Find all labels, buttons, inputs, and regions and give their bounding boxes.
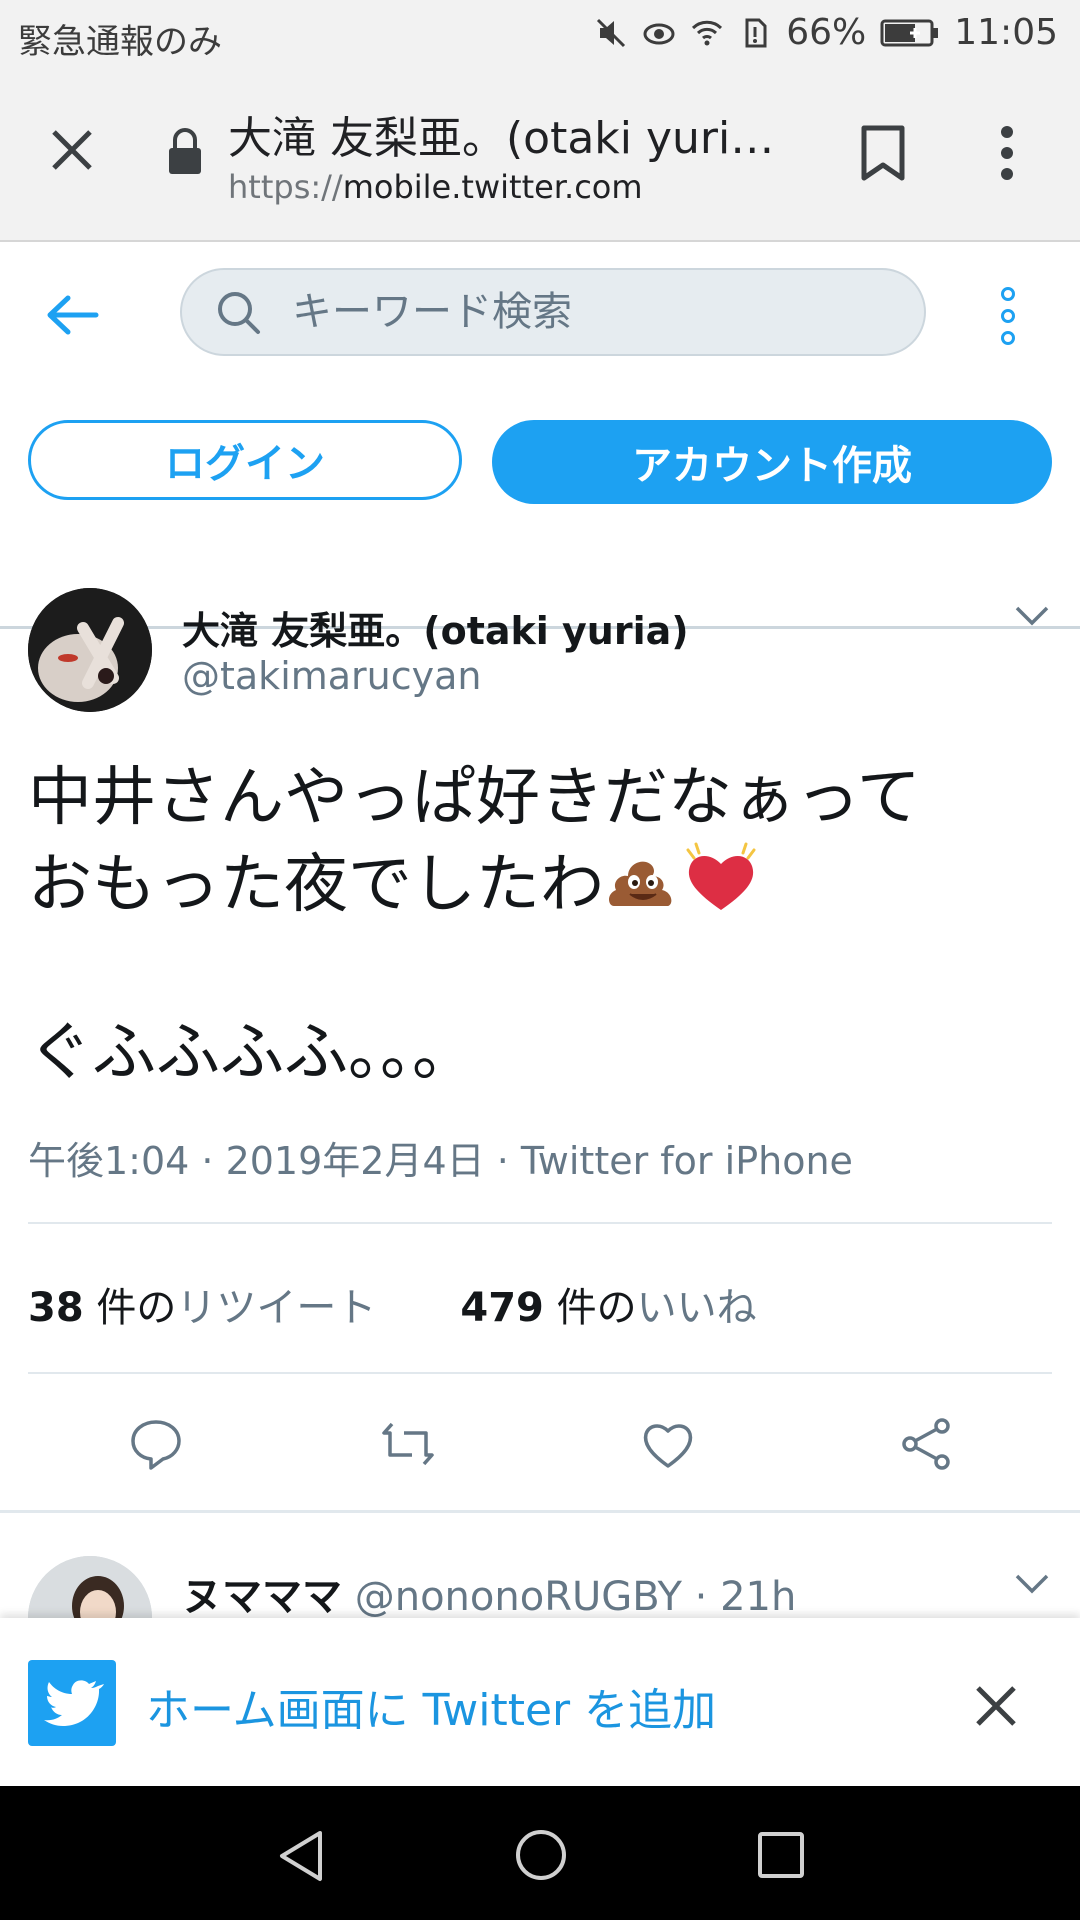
tweet-text: 中井さんやっぱ好きだなぁって おもった夜でしたわ ぐふふふふ。。。 bbox=[28, 756, 1028, 1095]
retweet-count: 38 bbox=[28, 1285, 84, 1331]
url-bar[interactable]: https://mobile.twitter.com bbox=[228, 168, 643, 206]
banner-text[interactable]: ホーム画面に Twitter を追加 bbox=[146, 1674, 716, 1738]
battery-icon bbox=[880, 19, 939, 46]
reply-header[interactable]: ヌマママ @nononoRUGBY · 21h bbox=[182, 1564, 796, 1622]
tweet-stats: 38 件のリツイート 479 件のいいね bbox=[28, 1275, 757, 1333]
status-icons: 66% 11:05 bbox=[594, 12, 1058, 53]
retweet-unit: 件の bbox=[96, 1285, 177, 1331]
chevron-down-icon[interactable] bbox=[1014, 604, 1050, 628]
more-vertical-icon[interactable] bbox=[994, 124, 1020, 182]
login-button[interactable]: ログイン bbox=[28, 420, 462, 500]
bookmark-icon[interactable] bbox=[860, 124, 906, 182]
search-icon bbox=[218, 292, 260, 334]
battery-percent: 66% bbox=[786, 12, 867, 53]
avatar[interactable] bbox=[28, 588, 152, 712]
search-box[interactable] bbox=[180, 268, 926, 356]
url-host: mobile.twitter.com bbox=[342, 168, 643, 206]
browser-toolbar: 大滝 友梨亜。(otaki yuri… https://mobile.twitt… bbox=[0, 72, 1080, 242]
retweet-stat[interactable]: 38 件のリツイート bbox=[28, 1285, 376, 1331]
reply-handle: @nononoRUGBY bbox=[354, 1574, 682, 1620]
no-sim-icon bbox=[745, 18, 767, 47]
tweet-text-line-3: ぐふふふふ。。。 bbox=[28, 1016, 476, 1090]
url-scheme: https:// bbox=[228, 168, 343, 206]
back-icon[interactable] bbox=[276, 1828, 326, 1884]
system-nav-bar bbox=[0, 1786, 1080, 1920]
avatar-image bbox=[28, 588, 152, 712]
like-stat[interactable]: 479 件のいいね bbox=[460, 1285, 756, 1331]
user-handle[interactable]: @takimarucyan bbox=[182, 654, 482, 698]
retweet-icon[interactable] bbox=[380, 1416, 436, 1472]
section-divider bbox=[0, 1510, 1080, 1513]
divider bbox=[28, 1372, 1052, 1374]
close-icon[interactable] bbox=[974, 1684, 1018, 1728]
reply-time: 21h bbox=[720, 1574, 797, 1620]
close-icon[interactable] bbox=[44, 122, 100, 178]
beating-heart-emoji-icon bbox=[686, 842, 756, 910]
more-options-icon[interactable] bbox=[996, 286, 1020, 346]
signup-button[interactable]: アカウント作成 bbox=[492, 420, 1052, 504]
display-name[interactable]: 大滝 友梨亜。(otaki yuria) bbox=[182, 600, 689, 655]
like-label: いいね bbox=[636, 1285, 757, 1331]
like-icon[interactable] bbox=[640, 1416, 696, 1472]
tweet-text-line-2: おもった夜でしたわ bbox=[28, 848, 604, 922]
reply-icon[interactable] bbox=[128, 1416, 184, 1472]
poop-emoji-icon bbox=[609, 861, 672, 906]
clock: 11:05 bbox=[954, 12, 1058, 53]
like-unit: 件の bbox=[556, 1285, 637, 1331]
divider bbox=[28, 1222, 1052, 1224]
share-icon[interactable] bbox=[898, 1416, 954, 1472]
twitter-logo-icon bbox=[28, 1660, 116, 1746]
lock-icon[interactable] bbox=[166, 126, 204, 176]
retweet-label: リツイート bbox=[176, 1285, 377, 1331]
twitter-header: ログイン アカウント作成 bbox=[0, 242, 1080, 629]
status-bar: 緊急通報のみ 66% 11:05 bbox=[0, 0, 1080, 72]
wifi-icon bbox=[692, 20, 723, 45]
back-arrow-icon[interactable] bbox=[44, 292, 100, 338]
tweet-text-line-1: 中井さんやっぱ好きだなぁって bbox=[28, 761, 921, 835]
page-title[interactable]: 大滝 友梨亜。(otaki yuri… bbox=[228, 102, 788, 166]
reply-display-name: ヌマママ bbox=[182, 1574, 342, 1620]
chevron-down-icon[interactable] bbox=[1014, 1572, 1050, 1596]
search-input[interactable] bbox=[292, 270, 892, 354]
add-to-home-banner[interactable]: ホーム画面に Twitter を追加 bbox=[0, 1618, 1080, 1786]
eye-comfort-icon bbox=[643, 23, 675, 44]
home-icon[interactable] bbox=[514, 1828, 568, 1882]
like-count: 479 bbox=[460, 1285, 544, 1331]
tweet-timestamp[interactable]: 午後1:04 · 2019年2月4日 · Twitter for iPhone bbox=[28, 1130, 853, 1185]
recents-icon[interactable] bbox=[756, 1830, 806, 1880]
mute-icon bbox=[597, 18, 626, 47]
carrier-text: 緊急通報のみ bbox=[18, 22, 222, 62]
